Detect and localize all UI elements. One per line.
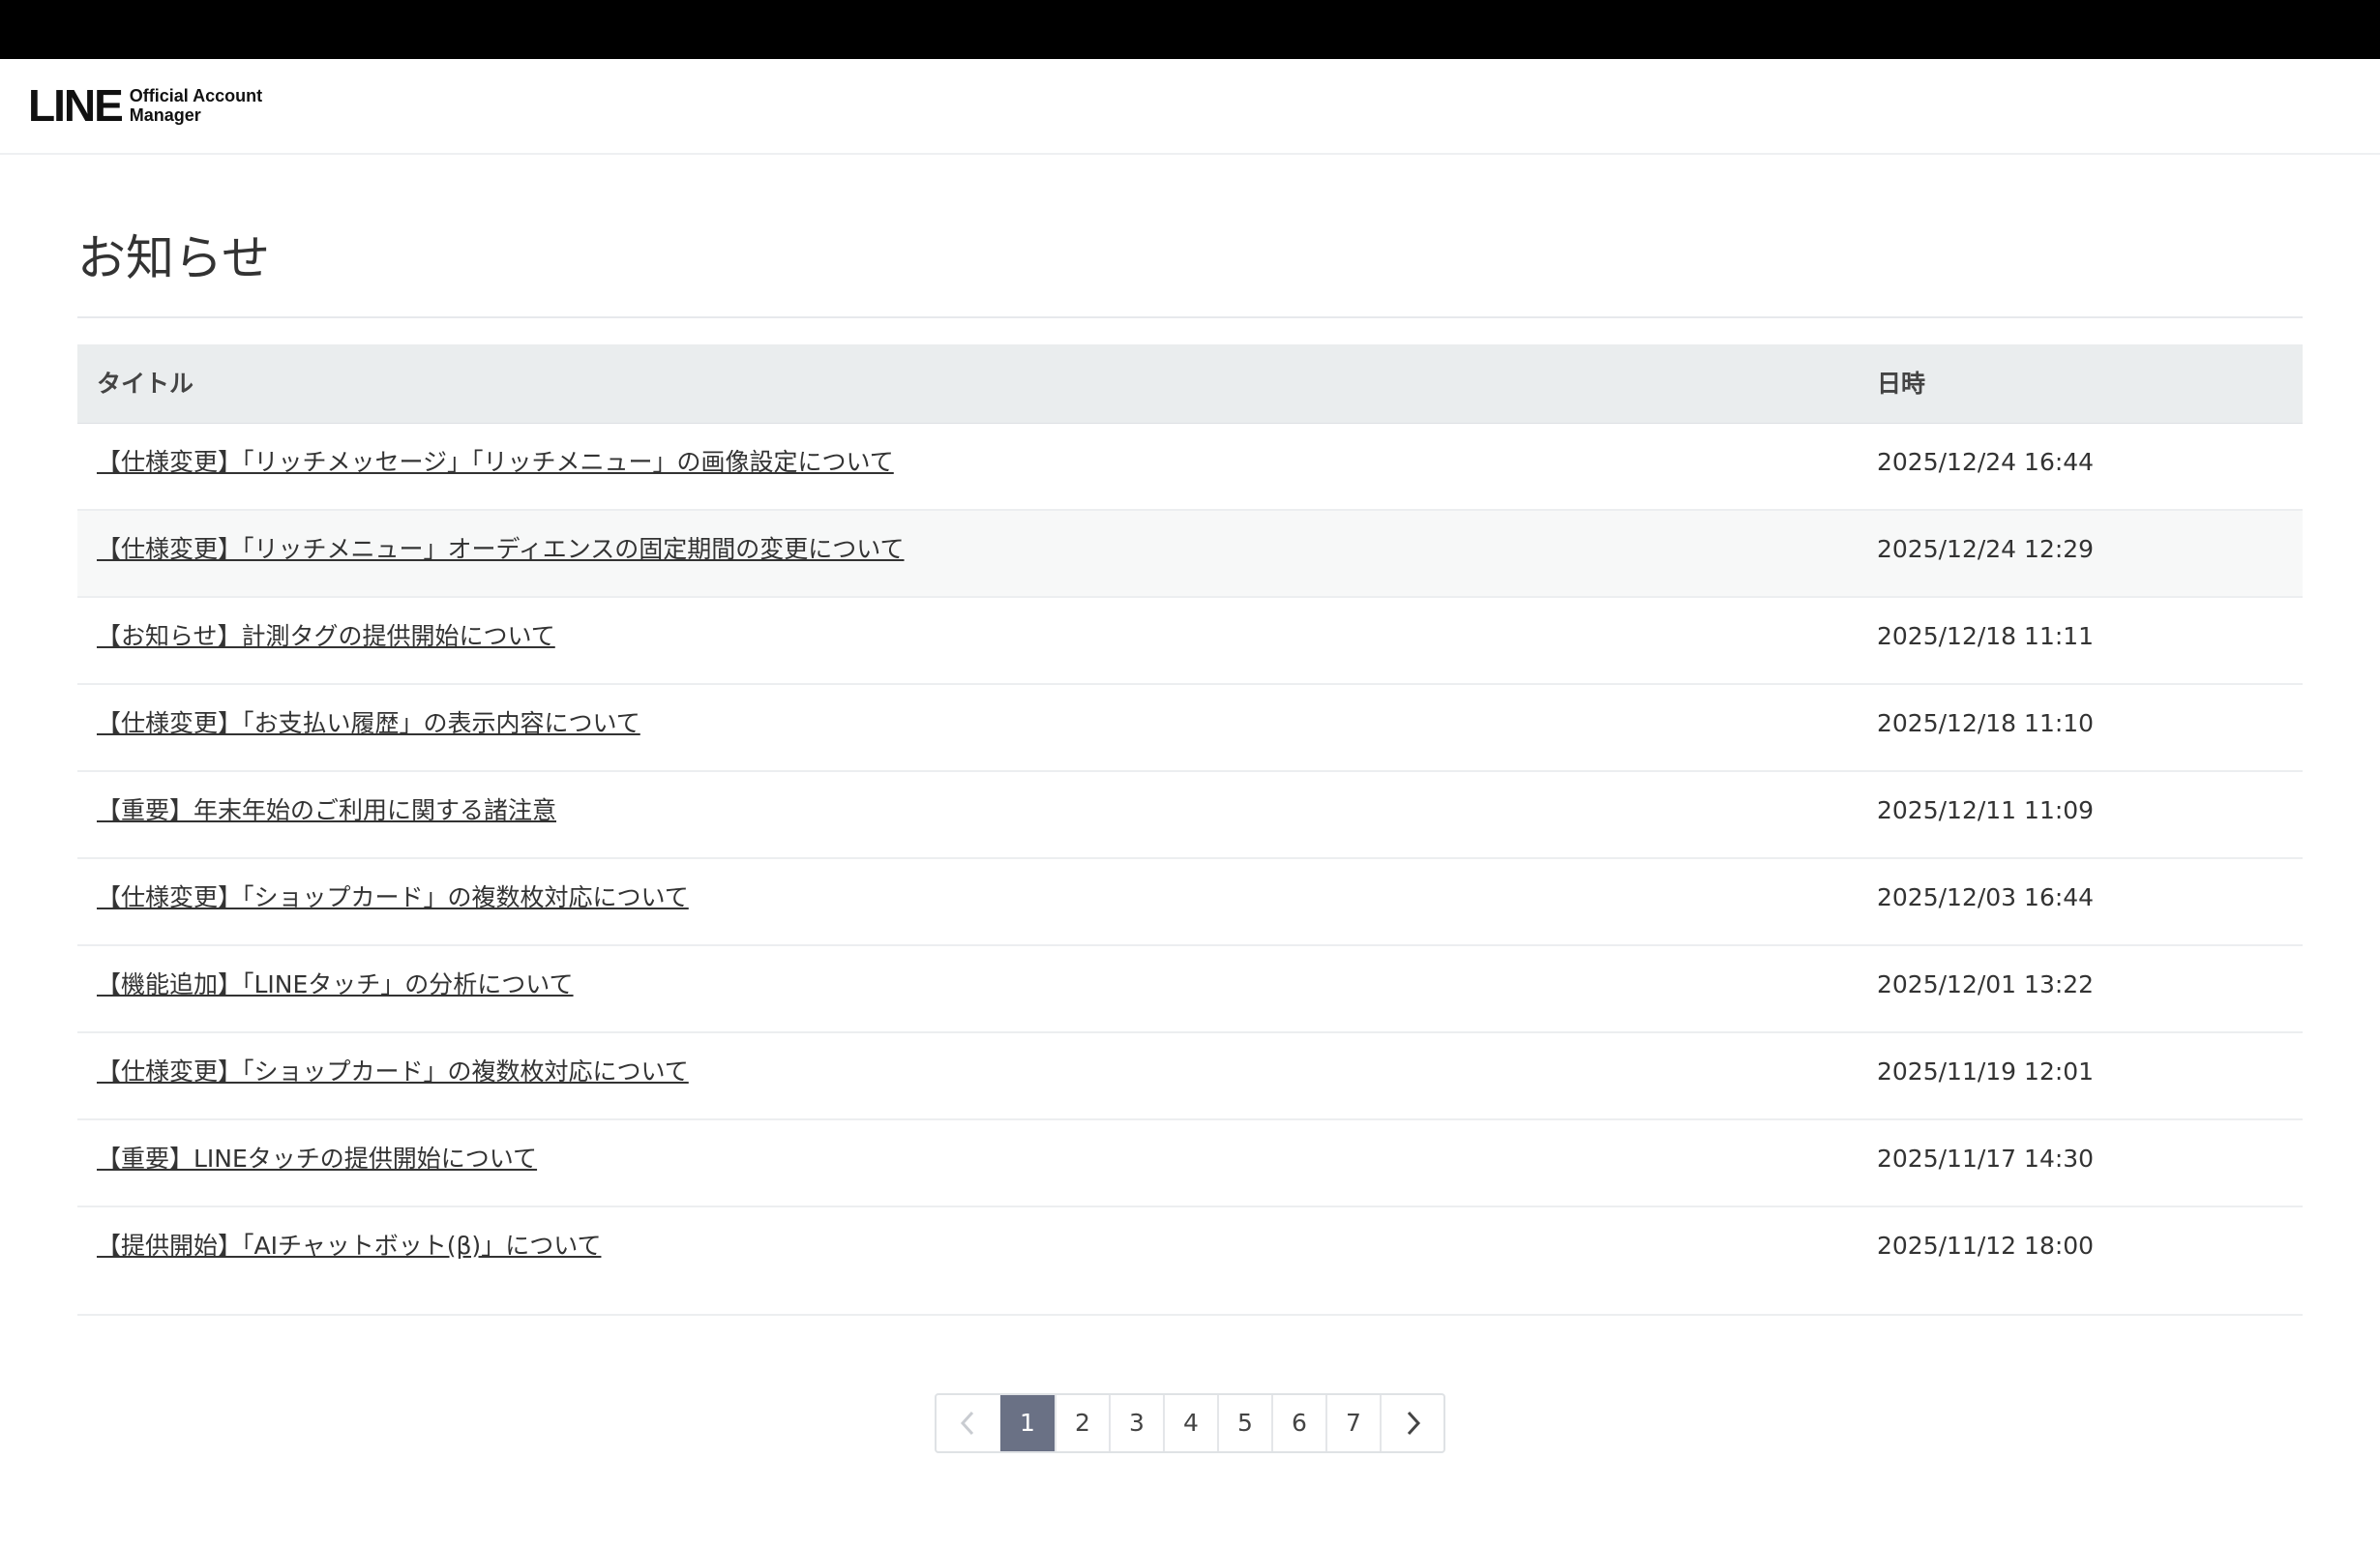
notice-date: 2025/11/17 14:30: [1877, 1145, 2095, 1173]
next-page-button[interactable]: [1380, 1395, 1443, 1451]
table-row: 【重要】年末年始のご利用に関する諸注意 2025/12/11 11:09: [77, 772, 2303, 859]
table-row: 【提供開始】「AIチャットボット(β)」について 2025/11/12 18:00: [77, 1207, 2303, 1316]
notice-title-link[interactable]: 【仕様変更】「お支払い履歴」の表示内容について: [97, 706, 640, 741]
notice-date: 2025/12/24 16:44: [1877, 448, 2095, 476]
table-row: 【重要】LINEタッチの提供開始について 2025/11/17 14:30: [77, 1120, 2303, 1207]
top-black-bar: [0, 0, 2380, 59]
notice-date: 2025/11/19 12:01: [1877, 1057, 2095, 1086]
page-button-6[interactable]: 6: [1271, 1395, 1325, 1451]
page-button-3[interactable]: 3: [1109, 1395, 1163, 1451]
logo-subtitle: Official Account Manager: [130, 86, 262, 125]
chevron-left-icon: [960, 1411, 974, 1436]
page-button-2[interactable]: 2: [1055, 1395, 1109, 1451]
table-row: 【仕様変更】「ショップカード」の複数枚対応について 2025/12/03 16:4…: [77, 859, 2303, 946]
column-header-title: タイトル: [97, 370, 194, 398]
page-button-7[interactable]: 7: [1325, 1395, 1380, 1451]
notice-date: 2025/12/03 16:44: [1877, 883, 2095, 911]
title-divider: [77, 316, 2303, 318]
notice-date: 2025/12/11 11:09: [1877, 796, 2095, 824]
table-row: 【仕様変更】「リッチメッセージ」「リッチメニュー」の画像設定について 2025/1…: [77, 424, 2303, 511]
notice-title-link[interactable]: 【重要】年末年始のご利用に関する諸注意: [97, 793, 556, 828]
notice-title-link[interactable]: 【重要】LINEタッチの提供開始について: [97, 1142, 537, 1176]
notice-title-link[interactable]: 【仕様変更】「ショップカード」の複数枚対応について: [97, 880, 689, 915]
table-body: 【仕様変更】「リッチメッセージ」「リッチメニュー」の画像設定について 2025/1…: [77, 424, 2303, 1316]
notice-table: タイトル 日時 【仕様変更】「リッチメッセージ」「リッチメニュー」の画像設定につ…: [77, 344, 2303, 1316]
notice-date: 2025/12/18 11:11: [1877, 622, 2095, 650]
logo-sub-line2: Manager: [129, 105, 201, 125]
line-oam-logo[interactable]: LINE Official Account Manager: [28, 83, 262, 128]
notice-title-link[interactable]: 【仕様変更】「リッチメッセージ」「リッチメニュー」の画像設定について: [97, 445, 894, 480]
pagination: 1234567: [935, 1393, 1445, 1453]
table-row: 【仕様変更】「ショップカード」の複数枚対応について 2025/11/19 12:0…: [77, 1033, 2303, 1120]
notice-date: 2025/12/24 12:29: [1877, 535, 2095, 563]
app-header: LINE Official Account Manager: [0, 59, 2380, 155]
notice-title-link[interactable]: 【提供開始】「AIチャットボット(β)」について: [97, 1229, 601, 1264]
notice-date: 2025/11/12 18:00: [1877, 1232, 2095, 1260]
page-title: お知らせ: [77, 230, 270, 286]
logo-sub-line1: Official Account: [129, 86, 263, 105]
table-row: 【機能追加】「LINEタッチ」の分析について 2025/12/01 13:22: [77, 946, 2303, 1033]
logo-line-text: LINE: [28, 80, 124, 131]
column-header-date: 日時: [1877, 370, 1926, 398]
notice-date: 2025/12/18 11:10: [1877, 709, 2095, 737]
table-row: 【仕様変更】「リッチメニュー」オーディエンスの固定期間の変更について 2025/1…: [77, 511, 2303, 598]
table-header: タイトル 日時: [77, 344, 2303, 424]
notice-title-link[interactable]: 【機能追加】「LINEタッチ」の分析について: [97, 968, 574, 1002]
notice-title-link[interactable]: 【仕様変更】「リッチメニュー」オーディエンスの固定期間の変更について: [97, 532, 905, 567]
notice-title-link[interactable]: 【仕様変更】「ショップカード」の複数枚対応について: [97, 1055, 689, 1089]
table-row: 【仕様変更】「お支払い履歴」の表示内容について 2025/12/18 11:10: [77, 685, 2303, 772]
table-row: 【お知らせ】計測タグの提供開始について 2025/12/18 11:11: [77, 598, 2303, 685]
notice-title-link[interactable]: 【お知らせ】計測タグの提供開始について: [97, 619, 555, 654]
page-button-1[interactable]: 1: [1000, 1395, 1055, 1451]
chevron-right-icon: [1407, 1411, 1421, 1436]
page-button-5[interactable]: 5: [1217, 1395, 1271, 1451]
prev-page-button[interactable]: [937, 1395, 1000, 1451]
page-numbers: 1234567: [1000, 1395, 1380, 1451]
notice-date: 2025/12/01 13:22: [1877, 970, 2095, 998]
page-button-4[interactable]: 4: [1163, 1395, 1217, 1451]
